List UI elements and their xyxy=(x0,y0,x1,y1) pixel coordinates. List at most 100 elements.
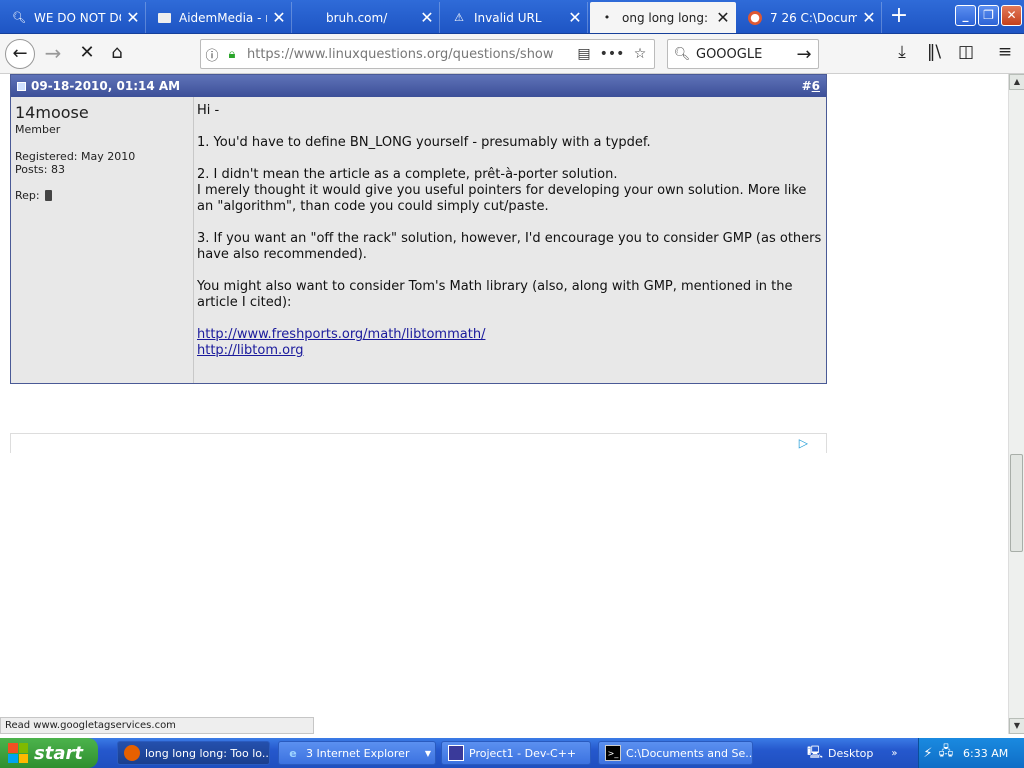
menu-icon[interactable]: ≡ xyxy=(992,42,1018,66)
taskbar-button-label: long long long: Too lo... xyxy=(145,746,269,760)
desktop-toolbar[interactable]: 🖳︎ Desktop » xyxy=(806,741,898,765)
page-actions-icon[interactable]: ••• xyxy=(598,46,626,62)
blank-icon xyxy=(304,11,318,25)
post-status-icon xyxy=(17,81,26,91)
taskbar-button-label: Project1 - Dev-C++ xyxy=(469,746,577,760)
start-button[interactable]: start xyxy=(0,738,98,768)
status-bar: Read www.googletagservices.com xyxy=(0,717,314,734)
scrollbar-thumb[interactable] xyxy=(1010,454,1023,552)
lock-icon[interactable]: 🔒︎ xyxy=(223,47,241,62)
tab-label: ong long long: Too long xyxy=(622,10,711,25)
sidebar-icon[interactable]: ◫ xyxy=(953,42,979,66)
library-icon[interactable]: ‖\ xyxy=(921,42,947,66)
tab-label: WE DO NOT DO WHAT xyxy=(34,10,121,25)
devcpp-icon xyxy=(448,745,464,761)
message-paragraph-2: 2. I didn't mean the article as a comple… xyxy=(197,167,825,215)
taskbar-button-label: C:\Documents and Se... xyxy=(626,746,752,760)
minimize-button[interactable]: _ xyxy=(955,5,976,26)
home-button[interactable]: ⌂ xyxy=(102,39,132,69)
taskbar-button-ie[interactable]: e 3 Internet Explorer ▼ xyxy=(278,741,436,765)
bookmark-star-icon[interactable]: ☆ xyxy=(626,46,654,62)
tab-label: 7 26 C:\Documents and xyxy=(770,10,857,25)
user-info-pane: 14moose Member Registered: May 2010 Post… xyxy=(11,97,194,383)
close-tab-icon[interactable]: ✕ xyxy=(121,8,145,27)
tab-4[interactable]: ⚠ Invalid URL ✕ xyxy=(442,2,588,33)
scroll-up-arrow-icon[interactable]: ▲ xyxy=(1009,74,1024,90)
search-engine-icon[interactable]: 🔍︎ xyxy=(668,47,696,62)
duckduckgo-icon: ● xyxy=(748,10,762,25)
libtommath-link[interactable]: http://www.freshports.org/math/libtommat… xyxy=(197,327,825,343)
search-go-icon[interactable]: → xyxy=(790,44,818,65)
network-icon[interactable]: 🖧︎ xyxy=(937,742,955,764)
tab-2[interactable]: AidemMedia - mirror ✕ xyxy=(148,2,292,33)
message-paragraph-2b: I merely thought it would give you usefu… xyxy=(197,183,807,214)
vertical-scrollbar[interactable]: ▲ ▼ xyxy=(1008,74,1024,734)
group-dropdown-icon[interactable]: ▼ xyxy=(421,749,435,758)
tab-5-active[interactable]: • ong long long: Too long ✕ xyxy=(590,2,736,33)
message-paragraph-3: 3. If you want an "off the rack" solutio… xyxy=(197,231,822,262)
loading-dot-icon: • xyxy=(603,11,611,24)
tab-label: bruh.com/ xyxy=(326,10,388,25)
forward-button[interactable]: → xyxy=(38,39,68,69)
close-tab-icon[interactable]: ✕ xyxy=(711,8,735,27)
restore-button[interactable]: ❐ xyxy=(978,5,999,26)
new-tab-button[interactable]: + xyxy=(884,4,914,30)
info-icon[interactable]: ⓘ xyxy=(201,45,223,64)
tab-label: Invalid URL xyxy=(474,10,542,25)
start-label: start xyxy=(34,742,83,764)
tab-3[interactable]: bruh.com/ ✕ xyxy=(294,2,440,33)
taskbar-button-firefox[interactable]: long long long: Too lo... xyxy=(117,741,270,765)
post-header: 09-18-2010, 01:14 AM #6 xyxy=(11,75,826,97)
post-number-link[interactable]: 6 xyxy=(812,79,820,93)
cmd-icon: >_ xyxy=(605,745,621,761)
message-greeting: Hi - xyxy=(197,103,220,118)
stop-button[interactable]: ✕ xyxy=(72,39,102,69)
adchoices-icon[interactable]: ▷ xyxy=(799,436,808,450)
close-tab-icon[interactable]: ✕ xyxy=(267,8,291,27)
downloads-icon[interactable]: ⤓ xyxy=(889,42,915,66)
ad-container[interactable]: ▷ xyxy=(10,433,827,453)
navigation-toolbar: ← → ✕ ⌂ ⓘ 🔒︎ https://www.linuxquestions.… xyxy=(0,34,1024,74)
windows-logo-icon xyxy=(8,743,28,763)
message-links: http://www.freshports.org/math/libtommat… xyxy=(197,327,825,359)
tab-6[interactable]: ● 7 26 C:\Documents and ✕ xyxy=(738,2,882,33)
folder-icon xyxy=(158,12,171,23)
rep-label: Rep: xyxy=(15,189,40,202)
tab-1[interactable]: 🔍︎ WE DO NOT DO WHAT ✕ xyxy=(2,2,146,33)
back-button[interactable]: ← xyxy=(5,39,35,69)
post-date: 09-18-2010, 01:14 AM xyxy=(31,79,181,93)
reader-view-icon[interactable]: ▤ xyxy=(570,46,598,62)
url-text[interactable]: https://www.linuxquestions.org/questions… xyxy=(241,47,570,62)
desktop-label: Desktop xyxy=(828,746,874,760)
search-bar[interactable]: 🔍︎ GOOOGLE → xyxy=(667,39,819,69)
message-paragraph-4: You might also want to consider Tom's Ma… xyxy=(197,279,793,310)
close-tab-icon[interactable]: ✕ xyxy=(415,8,439,27)
username[interactable]: 14moose xyxy=(15,103,189,122)
user-title: Member xyxy=(15,123,61,136)
search-icon: 🔍︎ xyxy=(12,11,26,24)
close-tab-icon[interactable]: ✕ xyxy=(857,8,881,27)
search-engine-label[interactable]: GOOOGLE xyxy=(696,47,790,62)
user-posts: Posts: 83 xyxy=(15,163,65,176)
page-content: 09-18-2010, 01:14 AM #6 14moose Member R… xyxy=(0,74,1008,734)
desktop-icon: 🖳︎ xyxy=(806,744,823,759)
taskbar: start long long long: Too lo... e 3 Inte… xyxy=(0,738,1024,768)
libtom-link[interactable]: http://libtom.org xyxy=(197,343,825,359)
post-number: #6 xyxy=(802,79,820,93)
url-bar[interactable]: ⓘ 🔒︎ https://www.linuxquestions.org/ques… xyxy=(200,39,655,69)
chevron-right-icon[interactable]: » xyxy=(891,748,897,759)
scroll-down-arrow-icon[interactable]: ▼ xyxy=(1009,718,1024,734)
post-number-prefix: # xyxy=(801,79,812,93)
close-tab-icon[interactable]: ✕ xyxy=(563,8,587,27)
message-paragraph-2a: 2. I didn't mean the article as a comple… xyxy=(197,167,618,182)
post-message: Hi - 1. You'd have to define BN_LONG you… xyxy=(197,97,825,359)
system-tray: ⚡ 🖧︎ 6:33 AM xyxy=(918,738,1024,768)
close-window-button[interactable]: ✕ xyxy=(1001,5,1022,26)
clock[interactable]: 6:33 AM xyxy=(963,747,1008,760)
firefox-icon xyxy=(124,745,140,761)
reputation-icon xyxy=(44,190,52,201)
message-paragraph-1: 1. You'd have to define BN_LONG yourself… xyxy=(197,135,651,150)
power-icon[interactable]: ⚡ xyxy=(919,746,937,761)
taskbar-button-cmd[interactable]: >_ C:\Documents and Se... xyxy=(598,741,753,765)
taskbar-button-devcpp[interactable]: Project1 - Dev-C++ xyxy=(441,741,591,765)
